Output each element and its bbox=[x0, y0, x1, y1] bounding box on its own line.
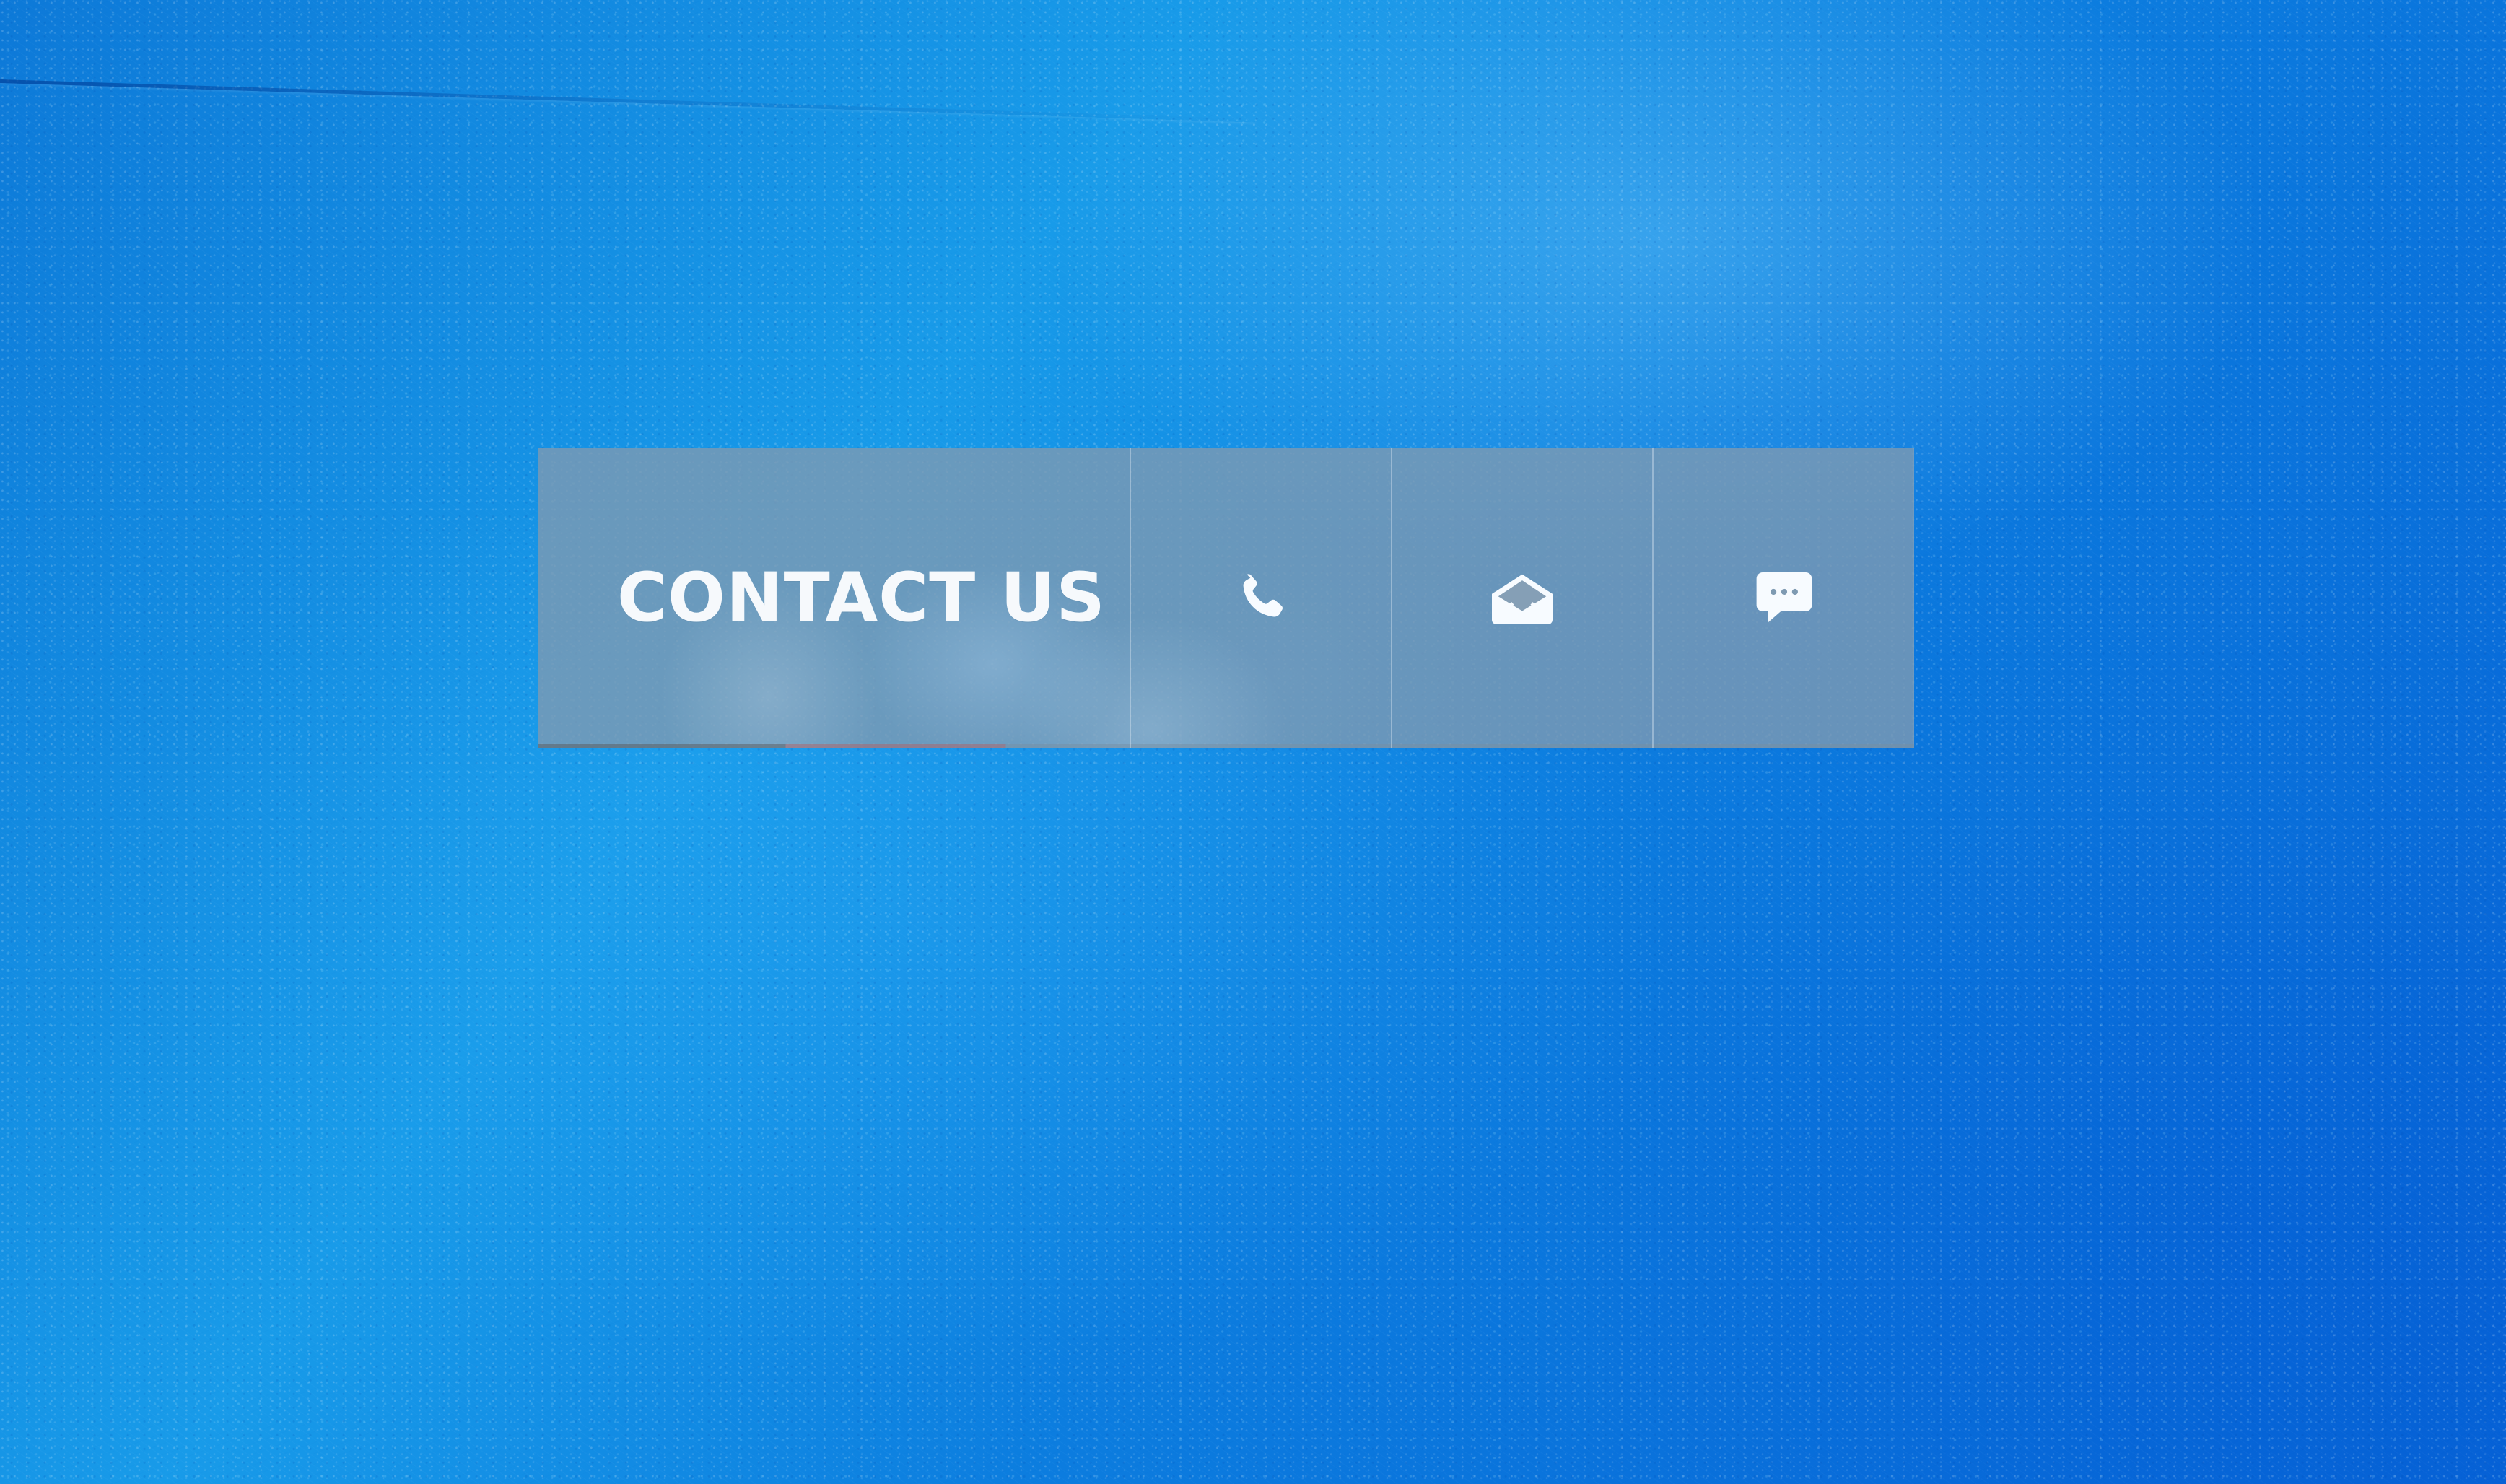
phone-button[interactable] bbox=[1130, 448, 1391, 748]
phone-icon bbox=[1221, 559, 1301, 638]
email-button[interactable] bbox=[1391, 448, 1652, 748]
contact-us-label: CONTACT US bbox=[617, 559, 1106, 637]
email-icon bbox=[1483, 559, 1562, 638]
contact-label-cell: CONTACT US bbox=[538, 448, 1130, 748]
chat-button[interactable] bbox=[1652, 448, 1914, 748]
contact-bar: CONTACT US bbox=[538, 448, 1914, 748]
chat-icon bbox=[1745, 559, 1824, 638]
